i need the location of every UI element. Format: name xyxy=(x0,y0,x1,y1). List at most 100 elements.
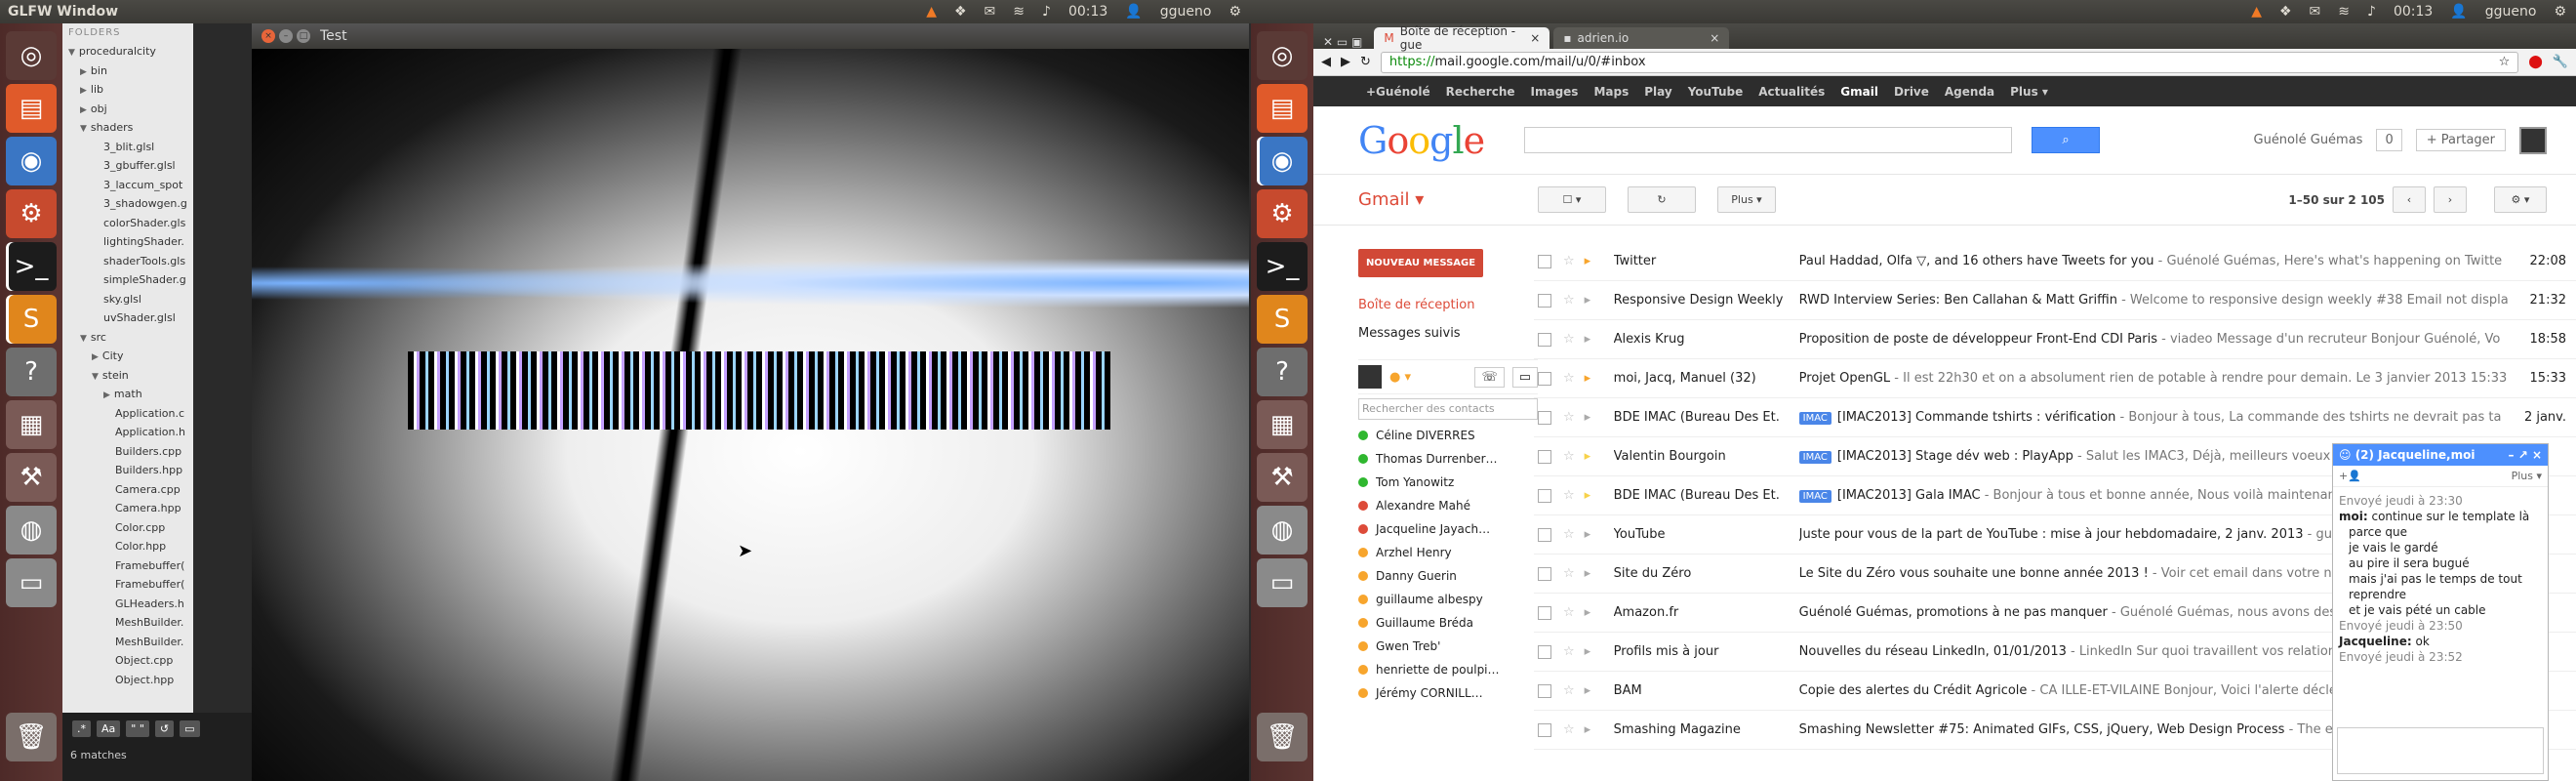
star-icon[interactable]: ☆ xyxy=(1563,488,1575,503)
contact-item[interactable]: Alexandre Mahé xyxy=(1358,494,1538,517)
volume-icon[interactable]: ♪ xyxy=(2367,4,2376,20)
tree-item[interactable]: ▶ lib xyxy=(62,80,193,100)
gear-icon[interactable]: ⚙ xyxy=(1228,4,1241,20)
star-icon[interactable]: ☆ xyxy=(1563,449,1575,464)
mail-checkbox[interactable] xyxy=(1538,527,1551,542)
devices-icon[interactable]: ⚒ xyxy=(6,453,57,502)
wrap-toggle[interactable]: ↺ xyxy=(154,720,175,737)
tree-item[interactable]: uvShader.glsl xyxy=(62,308,193,328)
gbar-link[interactable]: Play xyxy=(1636,85,1679,99)
tree-item[interactable]: Camera.cpp xyxy=(62,480,193,500)
tree-item[interactable]: ▶ bin xyxy=(62,62,193,81)
prev-page-button[interactable]: ‹ xyxy=(2393,186,2426,213)
tree-item[interactable]: Color.cpp xyxy=(62,518,193,538)
tree-item[interactable]: Application.h xyxy=(62,423,193,442)
update-icon[interactable]: ▲ xyxy=(926,4,937,20)
importance-icon[interactable]: ▸ xyxy=(1585,722,1598,737)
chromium-icon[interactable]: ◉ xyxy=(1257,137,1308,185)
next-page-button[interactable]: › xyxy=(2434,186,2467,213)
contact-item[interactable]: guillaume albespy xyxy=(1358,588,1538,611)
contact-item[interactable]: Gwen Treb' xyxy=(1358,635,1538,658)
close-icon[interactable]: × xyxy=(262,29,275,43)
expanded-icon[interactable]: ▼ xyxy=(80,124,87,134)
tree-item[interactable]: GLHeaders.h xyxy=(62,595,193,614)
gbar-link[interactable]: Gmail xyxy=(1832,85,1886,99)
mail-row[interactable]: ☆ ▸ Twitter Paul Haddad, Olfa ▽, and 16 oth… xyxy=(1534,242,2576,281)
mail-row[interactable]: ☆ ▸ BDE IMAC (Bureau Des Et. IMAC [IMAC2013]… xyxy=(1534,398,2576,437)
username[interactable]: ggueno xyxy=(2485,4,2537,20)
gear-icon[interactable]: ⚙ xyxy=(2554,4,2566,20)
trash-icon[interactable]: 🗑 xyxy=(6,713,57,761)
mail-checkbox[interactable] xyxy=(1538,488,1551,503)
wifi-icon[interactable]: ≋ xyxy=(2338,4,2350,20)
tree-item[interactable]: 3_gbuffer.glsl xyxy=(62,156,193,176)
sublime-icon[interactable]: S xyxy=(1257,295,1308,344)
tree-item[interactable]: 3_blit.glsl xyxy=(62,138,193,157)
label-badge[interactable]: IMAC xyxy=(1798,412,1831,425)
share-button[interactable]: + Partager xyxy=(2415,129,2506,151)
tree-item[interactable]: 3_shadowgen.g xyxy=(62,194,193,214)
search-input[interactable] xyxy=(1524,127,2012,153)
mail-checkbox[interactable] xyxy=(1538,332,1551,347)
contact-item[interactable]: henriette de poulpi… xyxy=(1358,658,1538,681)
collapsed-icon[interactable]: ▶ xyxy=(80,67,87,77)
contact-item[interactable]: Tom Yanowitz xyxy=(1358,471,1538,494)
tree-item[interactable]: ▼ stein xyxy=(62,366,193,386)
collapsed-icon[interactable]: ▶ xyxy=(103,390,110,400)
trash-icon[interactable]: 🗑 xyxy=(1257,713,1308,761)
tree-item[interactable]: ▶ math xyxy=(62,385,193,404)
mail-checkbox[interactable] xyxy=(1538,683,1551,698)
mail-icon[interactable]: ✉ xyxy=(985,4,996,20)
contact-item[interactable]: Guillaume Bréda xyxy=(1358,611,1538,635)
contact-item[interactable]: Danny Guerin xyxy=(1358,564,1538,588)
importance-icon[interactable]: ▸ xyxy=(1585,566,1598,581)
call-icon[interactable]: ☏ xyxy=(1474,366,1505,388)
drive-icon[interactable]: ▭ xyxy=(1257,558,1308,607)
star-icon[interactable]: ☆ xyxy=(1563,605,1575,620)
settings-icon[interactable]: ⚙ xyxy=(1257,189,1308,238)
expanded-icon[interactable]: ▼ xyxy=(80,334,87,344)
importance-icon[interactable]: ▸ xyxy=(1585,293,1598,308)
mail-checkbox[interactable] xyxy=(1538,449,1551,464)
mail-row[interactable]: ☆ ▸ Responsive Design Weekly RWD Interview … xyxy=(1534,281,2576,320)
maximize-icon[interactable]: □ xyxy=(297,29,310,43)
expanded-icon[interactable]: ▼ xyxy=(92,372,99,382)
username[interactable]: ggueno xyxy=(1160,4,1212,20)
gbar-link[interactable]: Drive xyxy=(1886,85,1937,99)
help-icon[interactable]: ? xyxy=(6,348,57,396)
gbar-link[interactable]: Agenda xyxy=(1937,85,2002,99)
tree-item[interactable]: shaderTools.gls xyxy=(62,252,193,271)
tree-item[interactable]: lightingShader. xyxy=(62,232,193,252)
mail-checkbox[interactable] xyxy=(1538,722,1551,737)
star-icon[interactable]: ☆ xyxy=(1563,566,1575,581)
more-button[interactable]: Plus ▾ xyxy=(1717,186,1776,213)
mail-icon[interactable]: ✉ xyxy=(2310,4,2321,20)
label-badge[interactable]: IMAC xyxy=(1798,490,1831,503)
reload-icon[interactable]: ↻ xyxy=(1360,55,1371,69)
star-icon[interactable]: ☆ xyxy=(1563,644,1575,659)
refresh-button[interactable]: ↻ xyxy=(1628,186,1696,213)
importance-icon[interactable]: ▸ xyxy=(1585,527,1598,542)
expanded-icon[interactable]: ▼ xyxy=(68,48,75,58)
word-toggle[interactable]: " " xyxy=(126,720,149,737)
label-badge[interactable]: IMAC xyxy=(1798,451,1831,464)
tree-item[interactable]: simpleShader.g xyxy=(62,270,193,290)
tree-item[interactable]: ▶ City xyxy=(62,347,193,366)
gmail-menu[interactable]: Gmail ▾ xyxy=(1313,189,1538,210)
close-icon[interactable]: × xyxy=(1530,31,1540,45)
importance-icon[interactable]: ▸ xyxy=(1585,488,1598,503)
mail-checkbox[interactable] xyxy=(1538,410,1551,425)
chat-avatar[interactable] xyxy=(1358,365,1382,389)
tree-item[interactable]: 3_laccum_spot xyxy=(62,176,193,195)
star-icon[interactable]: ☆ xyxy=(1563,293,1575,308)
opengl-render-view[interactable]: ➤ xyxy=(252,49,1249,781)
contact-item[interactable]: Jérémy CORNILL… xyxy=(1358,681,1538,705)
tree-item[interactable]: sky.glsl xyxy=(62,290,193,309)
tree-item[interactable]: ▶ obj xyxy=(62,100,193,119)
window-controls[interactable]: ✕ ▭ ▣ xyxy=(1323,35,1362,49)
gbar-link[interactable]: Actualités xyxy=(1751,85,1832,99)
star-icon[interactable]: ☆ xyxy=(2499,55,2511,69)
contact-item[interactable]: Céline DIVERRES xyxy=(1358,424,1538,447)
minimize-icon[interactable]: – xyxy=(279,29,293,43)
nav-item[interactable]: Messages suivis xyxy=(1358,319,1538,348)
